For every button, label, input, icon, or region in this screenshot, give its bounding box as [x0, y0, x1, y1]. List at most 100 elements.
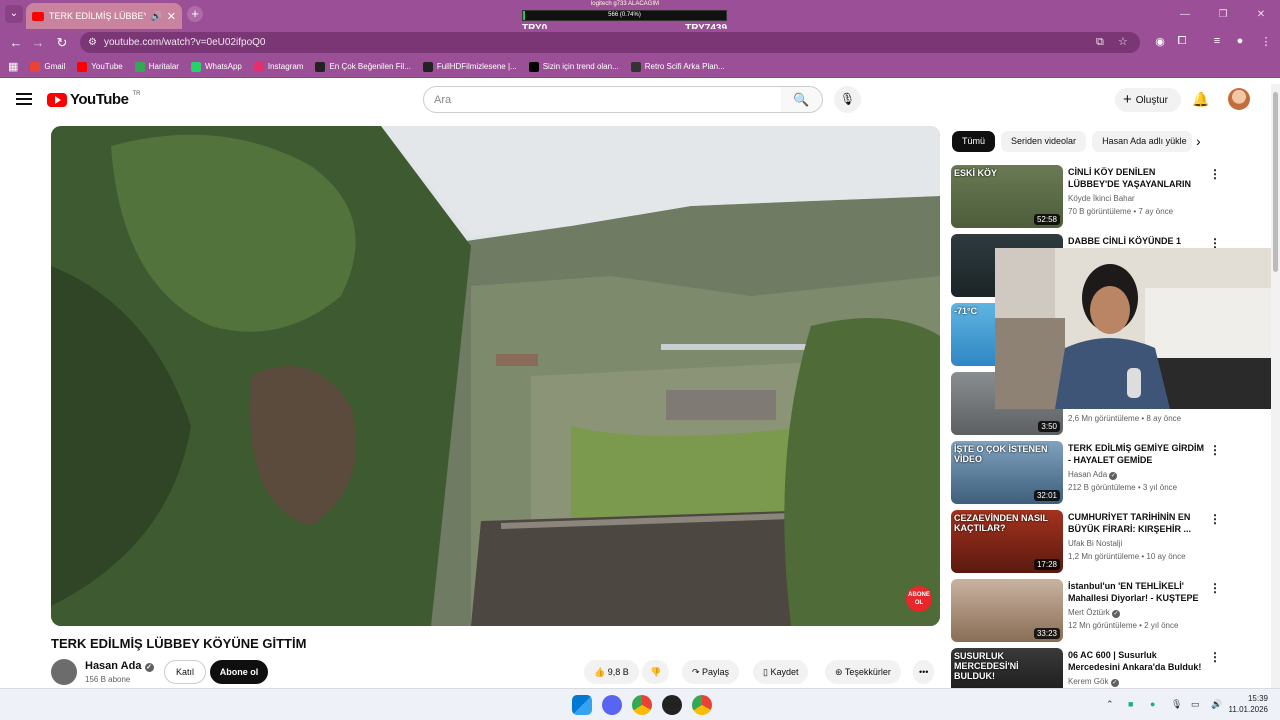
- bookmark-fullhd[interactable]: FullHDFilmizlesene |...: [422, 61, 517, 72]
- tray-microphone-icon[interactable]: 🎙: [1171, 699, 1182, 710]
- tray-network-icon[interactable]: ▭: [1191, 699, 1200, 710]
- subscribe-watermark[interactable]: ABONE OL: [906, 586, 932, 612]
- chip-all[interactable]: Tümü: [952, 131, 996, 152]
- hamburger-menu-icon[interactable]: [16, 93, 32, 105]
- verified-check-icon: ✓: [144, 663, 154, 672]
- extension-icon[interactable]: ◉: [1152, 35, 1168, 48]
- chrome-profile-icon[interactable]: [692, 695, 712, 715]
- site-info-icon[interactable]: ⚙: [88, 32, 97, 53]
- maps-icon: [134, 61, 145, 72]
- speaker-icon[interactable]: 🔊: [151, 11, 162, 22]
- recommended-meta: 1,2 Mn görüntüleme • 10 ay önce: [1068, 552, 1186, 561]
- address-bar[interactable]: ⚙ youtube.com/watch?v=0eU02ifpoQ0 ⧉ ☆: [80, 32, 1140, 53]
- recommended-video-title[interactable]: İstanbul'un 'EN TEHLİKELİ' Mahallesi Diy…: [1068, 580, 1206, 604]
- youtube-logo[interactable]: YouTube TR: [47, 91, 140, 108]
- subscribe-button[interactable]: Abone ol: [210, 660, 268, 684]
- tab-close-icon[interactable]: ✕: [167, 10, 176, 23]
- recommended-channel[interactable]: Hasan Ada ✓: [1068, 470, 1118, 480]
- video-player[interactable]: ABONE OL: [51, 126, 940, 626]
- bookmark-tiktok[interactable]: Sizin için trend olan...: [528, 61, 619, 72]
- bookmark-top-films[interactable]: En Çok Beğenilen Fil...: [315, 61, 411, 72]
- puzzle-icon[interactable]: ⧠: [1174, 35, 1190, 48]
- apps-grid-icon[interactable]: ▦: [8, 60, 18, 73]
- tray-nvidia-icon[interactable]: ■: [1128, 699, 1133, 709]
- recommended-video-title[interactable]: CİNLİ KÖY DENİLEN LÜBBEY'DE YAŞAYANLARIN…: [1068, 166, 1206, 190]
- channel-name[interactable]: Hasan Ada ✓: [85, 660, 154, 672]
- more-vert-icon[interactable]: ⋮: [1209, 650, 1221, 664]
- recommended-video-title[interactable]: CUMHURİYET TARİHİNİN EN BÜYÜK FİRARİ: KI…: [1068, 511, 1206, 535]
- more-vert-icon[interactable]: ⋮: [1209, 581, 1221, 595]
- share-button[interactable]: ↷ Paylaş: [682, 660, 740, 684]
- bookmark-youtube[interactable]: YouTube: [77, 61, 123, 72]
- thumbnail-caption: CEZAEVİNDEN NASIL KAÇTILAR?: [954, 513, 1048, 533]
- close-window-icon[interactable]: ✕: [1242, 0, 1280, 29]
- video-thumbnail[interactable]: CEZAEVİNDEN NASIL KAÇTILAR? 17:28: [951, 510, 1063, 573]
- minimize-icon[interactable]: —: [1166, 0, 1204, 29]
- voice-search-button[interactable]: 🎙: [834, 86, 861, 113]
- recommended-channel[interactable]: Kerem Gök ✓: [1068, 677, 1119, 687]
- recommended-video[interactable]: ESKİ KÖY 52:58 CİNLİ KÖY DENİLEN LÜBBEY'DE…: [951, 165, 1271, 229]
- reload-icon[interactable]: ↻: [52, 33, 72, 53]
- app-icon[interactable]: [662, 695, 682, 715]
- like-button[interactable]: 👍 9,8 B: [584, 660, 639, 684]
- bookmark-maps[interactable]: Haritalar: [134, 61, 179, 72]
- chrome-icon[interactable]: [632, 695, 652, 715]
- recommended-video-title[interactable]: 06 AC 600 | Susurluk Mercedesini Ankara'…: [1068, 649, 1206, 673]
- new-tab-button[interactable]: +: [187, 6, 203, 22]
- media-controls-icon[interactable]: ≡: [1209, 35, 1225, 47]
- notifications-bell-icon[interactable]: 🔔: [1192, 91, 1209, 108]
- bookmark-retro-scifi[interactable]: Retro Scifi Arka Plan...: [630, 61, 725, 72]
- discord-icon[interactable]: [602, 695, 622, 715]
- back-arrow-icon[interactable]: ←: [6, 33, 26, 53]
- account-avatar[interactable]: [1228, 88, 1250, 110]
- save-button[interactable]: ▯ Kaydet: [753, 660, 809, 684]
- recommended-video[interactable]: 33:23 İstanbul'un 'EN TEHLİKELİ' Mahalles…: [951, 579, 1271, 643]
- browser-tab-active[interactable]: TERK EDİLMİŞ LÜBBEY KÖYÜ 🔊 ✕: [26, 3, 182, 29]
- recommended-channel[interactable]: Mert Öztürk ✓: [1068, 608, 1121, 618]
- bookmark-instagram[interactable]: Instagram: [253, 61, 303, 72]
- forward-arrow-icon[interactable]: →: [28, 33, 48, 53]
- donation-progress-bar: 566 (0.74%): [522, 10, 727, 21]
- film-site-icon: [422, 61, 433, 72]
- search-input[interactable]: Ara: [423, 86, 782, 113]
- dislike-button[interactable]: 👎: [642, 660, 670, 684]
- maximize-icon[interactable]: ❐: [1204, 0, 1242, 29]
- tab-search-icon[interactable]: ⌄: [5, 5, 23, 23]
- recommended-video-title[interactable]: TERK EDİLMİŞ GEMİYE GİRDİM - HAYALET GEM…: [1068, 442, 1206, 466]
- more-vert-icon[interactable]: ⋮: [1209, 443, 1221, 457]
- chip-series[interactable]: Seriden videolar: [1001, 131, 1087, 152]
- create-button[interactable]: + Oluştur: [1115, 88, 1181, 112]
- tray-chevron-icon[interactable]: ⌃: [1106, 699, 1114, 710]
- bookmark-star-icon[interactable]: ☆: [1118, 32, 1128, 53]
- video-thumbnail[interactable]: 33:23: [951, 579, 1063, 642]
- search-button[interactable]: 🔍: [781, 86, 823, 113]
- page-scrollbar[interactable]: [1271, 84, 1280, 688]
- profile-icon[interactable]: ●: [1232, 35, 1248, 47]
- chevron-right-icon[interactable]: ›: [1196, 133, 1201, 149]
- kebab-menu-icon[interactable]: ⋮: [1258, 35, 1274, 48]
- recommended-video[interactable]: CEZAEVİNDEN NASIL KAÇTILAR? 17:28 CUMHURİY…: [951, 510, 1271, 574]
- recommended-meta: 212 B görüntüleme • 3 yıl önce: [1068, 483, 1178, 492]
- channel-avatar[interactable]: [51, 659, 77, 685]
- recommended-channel[interactable]: Ufak Bi Nostalji: [1068, 539, 1122, 548]
- tray-app-icon[interactable]: ●: [1150, 699, 1155, 709]
- more-vert-icon[interactable]: ⋮: [1209, 167, 1221, 181]
- windows-start-icon[interactable]: [572, 695, 592, 715]
- join-button[interactable]: Katıl: [164, 660, 206, 684]
- subscriber-count: 156 B abone: [85, 675, 131, 684]
- install-app-icon[interactable]: ⧉: [1096, 32, 1104, 53]
- video-thumbnail[interactable]: ESKİ KÖY 52:58: [951, 165, 1063, 228]
- scrollbar-thumb[interactable]: [1273, 92, 1278, 272]
- bookmark-whatsapp[interactable]: WhatsApp: [190, 61, 242, 72]
- bookmark-gmail[interactable]: Gmail: [30, 61, 65, 72]
- more-vert-icon[interactable]: ⋮: [1209, 512, 1221, 526]
- system-clock[interactable]: 15:39 11.01.2026: [1229, 693, 1268, 715]
- youtube-header: YouTube TR Ara 🔍 🎙 + Oluştur 🔔: [0, 79, 1280, 121]
- recommended-channel[interactable]: Köyde İkinci Bahar: [1068, 194, 1135, 203]
- chip-channel-uploads[interactable]: Hasan Ada adlı yükle: [1092, 131, 1193, 152]
- more-actions-button[interactable]: •••: [913, 660, 935, 684]
- video-thumbnail[interactable]: İŞTE O ÇOK İSTENEN VİDEO 32:01: [951, 441, 1063, 504]
- thanks-button[interactable]: ⊛ Teşekkürler: [825, 660, 901, 684]
- recommended-video[interactable]: İŞTE O ÇOK İSTENEN VİDEO 32:01 TERK EDİLMİ…: [951, 441, 1271, 505]
- tray-volume-icon[interactable]: 🔊: [1211, 699, 1222, 710]
